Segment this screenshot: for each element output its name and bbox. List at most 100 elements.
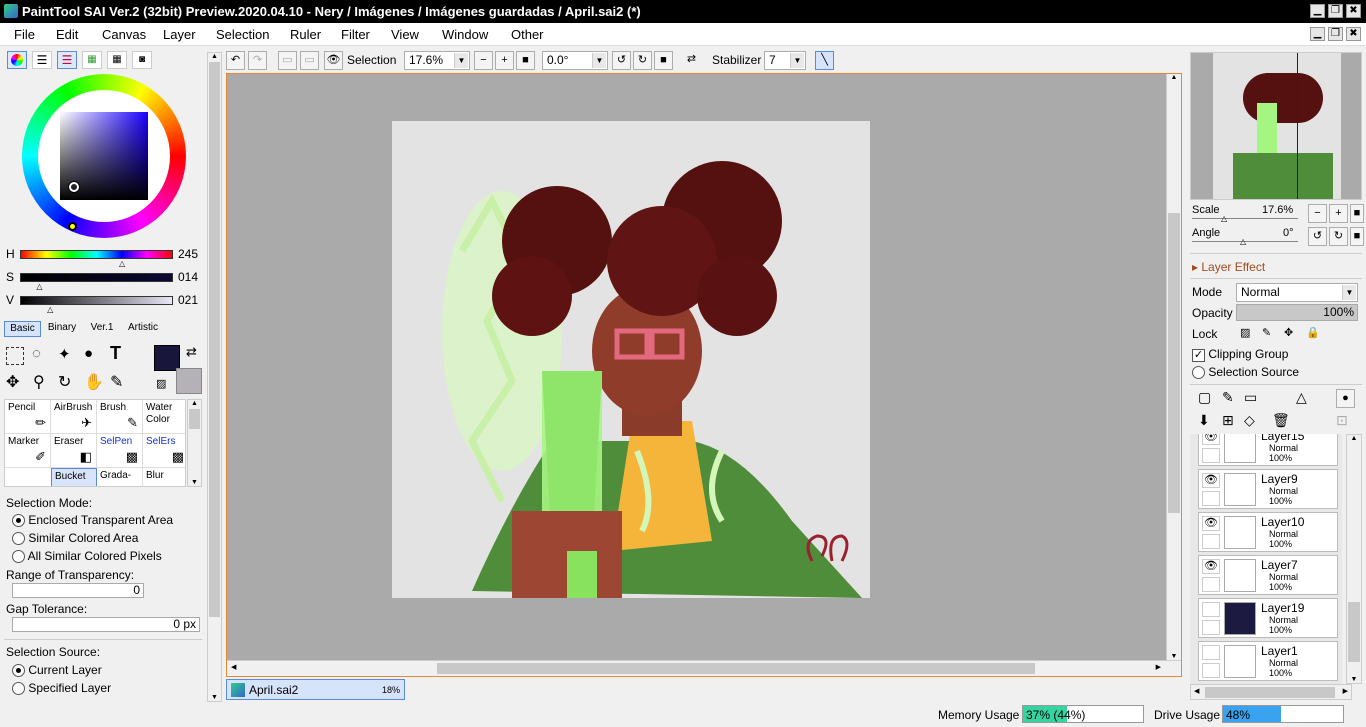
eye-icon[interactable]: 👁 bbox=[1202, 516, 1220, 531]
menu-canvas[interactable]: Canvas bbox=[102, 27, 146, 42]
layer-lock-box[interactable] bbox=[1202, 663, 1220, 678]
user-swatch-tab[interactable]: ◙ bbox=[132, 51, 152, 69]
magic-wand-icon[interactable]: ✦ bbox=[58, 345, 71, 363]
tab-basic[interactable]: Basic bbox=[4, 321, 41, 337]
layer-lock-box[interactable] bbox=[1202, 577, 1220, 592]
layer-list-scrollbar[interactable]: ▲ ▼ bbox=[1346, 434, 1362, 684]
tab-binary[interactable]: Binary bbox=[43, 321, 81, 337]
text-tool-icon[interactable]: T bbox=[110, 343, 121, 364]
flip-horizontal-icon[interactable]: ⇄ bbox=[682, 51, 701, 70]
artwork[interactable] bbox=[392, 121, 870, 598]
canvas-vscrollbar[interactable]: ▲ ▼ bbox=[1166, 74, 1181, 660]
menu-file[interactable]: File bbox=[14, 27, 35, 42]
range-input[interactable]: 0 bbox=[12, 583, 144, 598]
document-tab[interactable]: April.sai2 18% bbox=[226, 679, 405, 700]
eye-icon[interactable]: 👁 bbox=[1202, 559, 1220, 574]
tool-airbrush[interactable]: AirBrush ✈ bbox=[51, 400, 97, 434]
tool-eraser[interactable]: Eraser ◧ bbox=[51, 434, 97, 468]
navigator[interactable] bbox=[1190, 52, 1362, 200]
shape-icon[interactable]: ● bbox=[84, 345, 93, 362]
swap-colors-icon[interactable]: ⇄ bbox=[186, 344, 197, 360]
tab-ver1[interactable]: Ver.1 bbox=[84, 321, 120, 337]
layer-lock-box[interactable] bbox=[1202, 534, 1220, 549]
secondary-color-swatch[interactable] bbox=[176, 368, 202, 394]
rotate-left-button[interactable]: ↺ bbox=[612, 51, 631, 70]
hue-ring[interactable] bbox=[22, 74, 186, 238]
tool-selers[interactable]: SelErs ▩ bbox=[143, 434, 185, 468]
menu-layer[interactable]: Layer bbox=[163, 27, 196, 42]
lock-paint-icon[interactable]: ✎ bbox=[1262, 326, 1271, 339]
transparent-color-icon[interactable]: ▨ bbox=[156, 377, 166, 390]
merge-down-icon[interactable]: ⬇ bbox=[1198, 412, 1210, 429]
tool-pencil[interactable]: Pencil ✏ bbox=[5, 400, 51, 434]
layer-list-hscrollbar[interactable]: ◀ ▶ bbox=[1190, 684, 1352, 700]
scratchpad-tab[interactable]: ▦ bbox=[107, 51, 127, 69]
eyedropper-icon[interactable]: ✎ bbox=[110, 372, 123, 392]
lock-move-icon[interactable]: ✥ bbox=[1284, 326, 1293, 339]
s-slider[interactable] bbox=[20, 273, 173, 282]
layer-lock-box[interactable] bbox=[1202, 620, 1220, 635]
swatch-tab[interactable]: ▦ bbox=[82, 51, 102, 69]
radio-specified-layer[interactable] bbox=[12, 682, 25, 696]
layer-lock-box[interactable] bbox=[1202, 491, 1220, 506]
nav-zoom-out-button[interactable]: − bbox=[1308, 204, 1327, 223]
stabilizer-combo[interactable]: 7 ▼ bbox=[764, 51, 806, 70]
clipping-group-option[interactable]: ✓ Clipping Group bbox=[1192, 347, 1288, 362]
new-folder-icon[interactable]: ▭ bbox=[1244, 389, 1257, 406]
clear-layer-icon[interactable]: ◇ bbox=[1244, 412, 1255, 429]
delete-layer-icon[interactable]: 🗑 bbox=[1272, 412, 1290, 429]
lasso-icon[interactable]: ◌ bbox=[32, 345, 41, 362]
nav-zoom-reset-button[interactable]: ■ bbox=[1350, 204, 1364, 223]
selection-source-option[interactable]: Selection Source bbox=[1192, 365, 1299, 380]
menu-filter[interactable]: Filter bbox=[341, 27, 370, 42]
h-slider-thumb[interactable]: △ bbox=[119, 259, 125, 268]
tool-gradation[interactable]: Grada- bbox=[97, 468, 143, 486]
restore-button[interactable]: ❐ bbox=[1328, 4, 1343, 18]
radio-current-layer[interactable] bbox=[12, 664, 25, 678]
eye-icon[interactable]: 👁 bbox=[1202, 473, 1220, 488]
rotate-reset-button[interactable]: ■ bbox=[654, 51, 673, 70]
h-slider[interactable] bbox=[20, 250, 173, 259]
apply-mask-icon[interactable]: ⊡ bbox=[1336, 412, 1348, 429]
zoom-reset-button[interactable]: ■ bbox=[516, 51, 535, 70]
tool-marker[interactable]: Marker ✐ bbox=[5, 434, 51, 468]
zoom-icon[interactable]: ⚲ bbox=[33, 372, 45, 392]
tool-blur[interactable]: Blur bbox=[143, 468, 185, 486]
tool-grid-scrollbar[interactable]: ▲ ▼ bbox=[187, 399, 202, 487]
rotation-combo[interactable]: 0.0° ▼ bbox=[542, 51, 608, 70]
tool-bucket[interactable]: Bucket bbox=[51, 468, 97, 486]
selection-source-radio[interactable] bbox=[1192, 366, 1205, 380]
layer-mask-button[interactable]: ● bbox=[1336, 389, 1355, 408]
menu-selection[interactable]: Selection bbox=[216, 27, 269, 42]
hsv-slider-tab[interactable]: ☰ bbox=[57, 51, 77, 69]
zoom-out-button[interactable]: − bbox=[474, 51, 493, 70]
eye-icon[interactable]: 👁 bbox=[1202, 434, 1220, 445]
deselect-button[interactable]: ▭ bbox=[278, 51, 297, 70]
tool-selpen[interactable]: SelPen ▩ bbox=[97, 434, 143, 468]
tool-watercolor[interactable]: Water Color bbox=[143, 400, 185, 434]
lock-all-icon[interactable]: 🔒 bbox=[1306, 326, 1320, 339]
mode-similar[interactable]: Similar Colored Area bbox=[12, 531, 138, 546]
move-icon[interactable]: ✥ bbox=[6, 372, 19, 392]
rotate-right-button[interactable]: ↻ bbox=[633, 51, 652, 70]
color-wheel-tab[interactable] bbox=[7, 51, 27, 69]
layer-row-layer7[interactable]: 👁 Layer7 Normal 100% bbox=[1198, 555, 1338, 595]
opacity-slider[interactable]: 100% bbox=[1236, 304, 1358, 321]
layer-row-layer19[interactable]: Layer19 Normal 100% bbox=[1198, 598, 1338, 638]
sv-marker[interactable] bbox=[69, 182, 79, 192]
undo-button[interactable]: ↶ bbox=[226, 51, 245, 70]
angle-slider-thumb[interactable]: △ bbox=[1240, 237, 1246, 246]
panel-scrollbar[interactable]: ▲ ▼ bbox=[207, 52, 222, 702]
menu-ruler[interactable]: Ruler bbox=[290, 27, 321, 42]
clipping-group-checkbox[interactable]: ✓ bbox=[1192, 349, 1205, 362]
layer-lock-box[interactable] bbox=[1202, 448, 1220, 463]
zoom-combo[interactable]: 17.6% ▼ bbox=[404, 51, 470, 70]
zoom-in-button[interactable]: + bbox=[495, 51, 514, 70]
doc-restore-button[interactable]: ❐ bbox=[1328, 27, 1343, 41]
rotate-icon[interactable]: ↻ bbox=[58, 372, 71, 392]
pressure-line-icon[interactable]: ╲ bbox=[815, 51, 834, 70]
nav-rotate-reset-button[interactable]: ■ bbox=[1350, 227, 1364, 246]
rgb-slider-tab[interactable]: ☰ bbox=[32, 51, 52, 69]
invert-selection-button[interactable]: ▭ bbox=[300, 51, 319, 70]
layer-row-layer1[interactable]: Layer1 Normal 100% bbox=[1198, 641, 1338, 681]
